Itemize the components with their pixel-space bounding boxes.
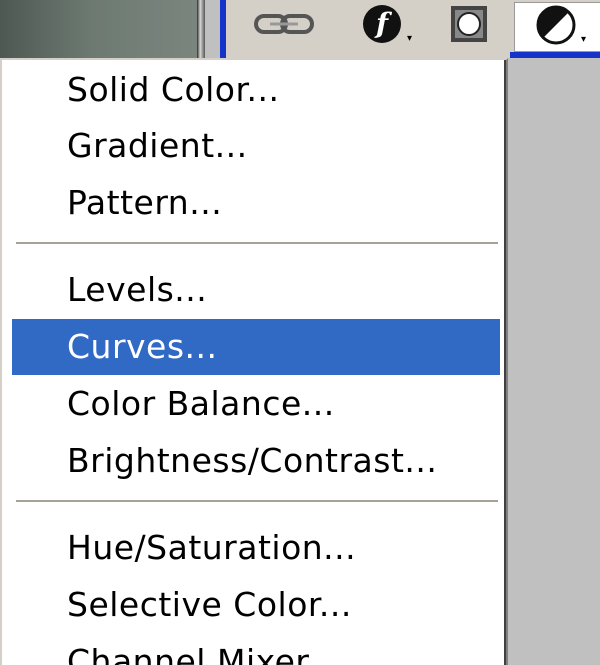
menu-item-pattern[interactable]: Pattern... <box>12 175 500 231</box>
add-layer-style-button[interactable]: f ▾ <box>354 4 418 48</box>
fx-icon: f <box>360 2 404 50</box>
panel-divider[interactable] <box>197 0 205 60</box>
mask-icon <box>448 3 490 49</box>
add-layer-mask-button[interactable] <box>442 4 496 48</box>
menu-item-gradient[interactable]: Gradient... <box>12 118 500 174</box>
menu-item-solid-color[interactable]: Solid Color... <box>12 62 500 118</box>
menu-item-hue-saturation[interactable]: Hue/Saturation... <box>12 520 500 576</box>
new-fill-adjustment-layer-button[interactable]: ▾ <box>514 2 600 52</box>
menu-item-channel-mixer[interactable]: Channel Mixer... <box>12 634 500 665</box>
half-circle-icon <box>534 3 578 51</box>
menu-item-levels[interactable]: Levels... <box>12 262 500 318</box>
fill-adjustment-layer-menu: Solid Color... Gradient... Pattern... Le… <box>0 58 508 665</box>
document-canvas <box>0 0 205 60</box>
menu-separator <box>16 500 498 503</box>
menu-item-brightness-contrast[interactable]: Brightness/Contrast... <box>12 433 500 489</box>
menu-separator <box>16 242 498 245</box>
menu-item-color-balance[interactable]: Color Balance... <box>12 376 500 432</box>
link-layers-button[interactable] <box>250 4 318 48</box>
link-icon <box>252 9 316 43</box>
layers-palette-toolbar: f ▾ ▾ <box>220 0 600 58</box>
dropdown-arrow-icon: ▾ <box>406 32 413 44</box>
menu-item-selective-color[interactable]: Selective Color... <box>12 577 500 633</box>
active-button-indicator <box>510 52 600 58</box>
dropdown-arrow-icon: ▾ <box>580 33 587 45</box>
menu-item-curves[interactable]: Curves... <box>12 319 500 375</box>
